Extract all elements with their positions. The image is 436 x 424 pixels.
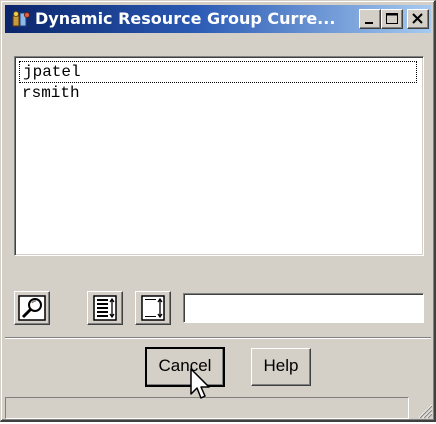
dialog-window: Dynamic Resource Group Curre... jpatel r…: [0, 0, 436, 422]
help-button[interactable]: Help: [251, 348, 311, 386]
window-title: Dynamic Resource Group Curre...: [35, 9, 336, 28]
maximize-icon: [386, 13, 398, 24]
minimize-button[interactable]: [359, 9, 381, 29]
minimize-icon: [365, 22, 373, 24]
list-item[interactable]: jpatel: [19, 61, 417, 83]
sort-list-button[interactable]: [87, 291, 123, 325]
magnifier-icon: [18, 295, 46, 321]
resize-grip-icon[interactable]: [415, 401, 433, 419]
sort-list-alt-icon: [141, 295, 165, 321]
search-button[interactable]: [14, 291, 50, 325]
sort-list-alt-button[interactable]: [135, 291, 171, 325]
cancel-button[interactable]: Cancel: [145, 347, 225, 387]
title-bar[interactable]: Dynamic Resource Group Curre...: [5, 5, 431, 33]
status-text: [5, 397, 409, 419]
sort-list-icon: [93, 295, 117, 321]
filter-input[interactable]: [183, 293, 424, 323]
status-bar: [5, 397, 433, 419]
app-resource-icon: [11, 10, 31, 28]
list-item[interactable]: rsmith: [19, 83, 417, 105]
divider: [5, 337, 431, 339]
maximize-button[interactable]: [381, 9, 403, 29]
user-list[interactable]: jpatel rsmith: [14, 56, 424, 256]
close-button[interactable]: [407, 9, 429, 29]
close-icon: [412, 13, 423, 24]
